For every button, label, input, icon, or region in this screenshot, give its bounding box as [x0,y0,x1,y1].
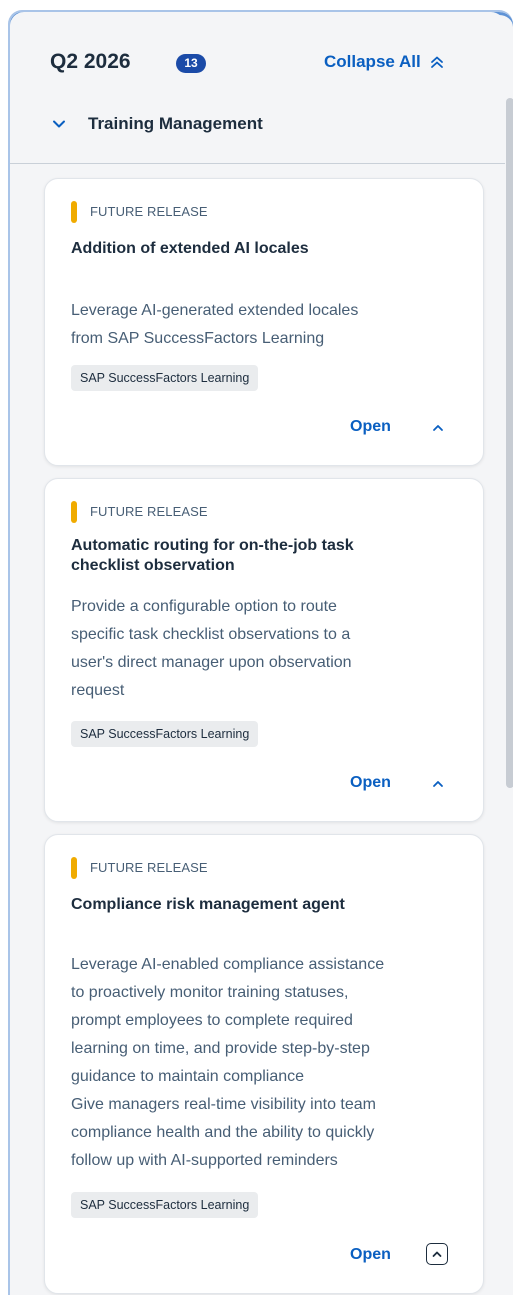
description-line: Leverage AI-enabled compliance assistanc… [71,956,385,973]
collapse-all-label: Collapse All [324,52,421,71]
product-tag: SAP SuccessFactors Learning [71,365,259,391]
description-line: request [71,682,125,699]
panel-header: Q2 2026 13 Collapse All Training Managem… [10,12,505,164]
chevron-up-icon[interactable] [431,777,445,791]
description-line: Leverage AI-generated extended locales [71,302,359,319]
group-name: Training Management [88,114,263,133]
chevron-up-icon [432,1251,442,1257]
status-indicator [71,857,77,879]
description-line: to proactively monitor training statuses… [71,984,349,1001]
card-title: Addition of extended AI locales [71,240,309,257]
card-description: Provide a configurable option to route s… [71,593,466,705]
description-line: compliance health and the ability to qui… [71,1124,375,1141]
scrollbar-thumb[interactable] [506,98,513,788]
description-line: from SAP SuccessFactors Learning [71,330,325,347]
description-line: specific task checklist observations to … [71,626,351,643]
release-status: FUTURE RELEASE [90,860,208,875]
chevron-down-icon [53,120,65,128]
product-tag: SAP SuccessFactors Learning [71,1192,259,1218]
count-badge: 13 [176,54,206,73]
description-line: learning on time, and provide step-by-st… [71,1040,370,1057]
collapse-card-button[interactable] [426,1243,448,1265]
description-line: Provide a configurable option to route [71,598,337,615]
description-line: follow up with AI-supported reminders [71,1152,338,1169]
double-chevron-up-icon [430,56,443,68]
open-link[interactable]: Open [350,1246,391,1264]
status-indicator [71,201,77,223]
release-status: FUTURE RELEASE [90,504,208,519]
release-card: FUTURE RELEASE Addition of extended AI l… [44,178,484,466]
status-indicator [71,501,77,523]
open-link[interactable]: Open [350,774,391,792]
release-card: FUTURE RELEASE Automatic routing for on-… [44,478,484,822]
title-line: Automatic routing for on-the-job task [71,537,354,554]
product-tag: SAP SuccessFactors Learning [71,721,259,747]
description-line: guidance to maintain compliance [71,1068,305,1085]
chevron-up-icon[interactable] [431,421,445,435]
roadmap-panel: Q2 2026 13 Collapse All Training Managem… [8,10,513,1295]
card-title: Compliance risk management agent [71,896,345,913]
card-description: Leverage AI-generated extended locales f… [71,297,466,353]
description-line: Give managers real-time visibility into … [71,1096,376,1113]
title-line: checklist observation [71,557,235,574]
collapse-all-button[interactable]: Collapse All [324,52,445,72]
release-status: FUTURE RELEASE [90,204,208,219]
quarter-title: Q2 2026 [50,50,131,73]
description-line: user's direct manager upon observation [71,654,352,671]
open-link[interactable]: Open [350,418,391,436]
group-toggle-training-management[interactable]: Training Management [52,114,263,134]
card-title: Automatic routing for on-the-job task ch… [71,536,456,576]
card-description: Leverage AI-enabled compliance assistanc… [71,951,466,1175]
release-card: FUTURE RELEASE Compliance risk managemen… [44,834,484,1294]
description-line: prompt employees to complete required [71,1012,353,1029]
